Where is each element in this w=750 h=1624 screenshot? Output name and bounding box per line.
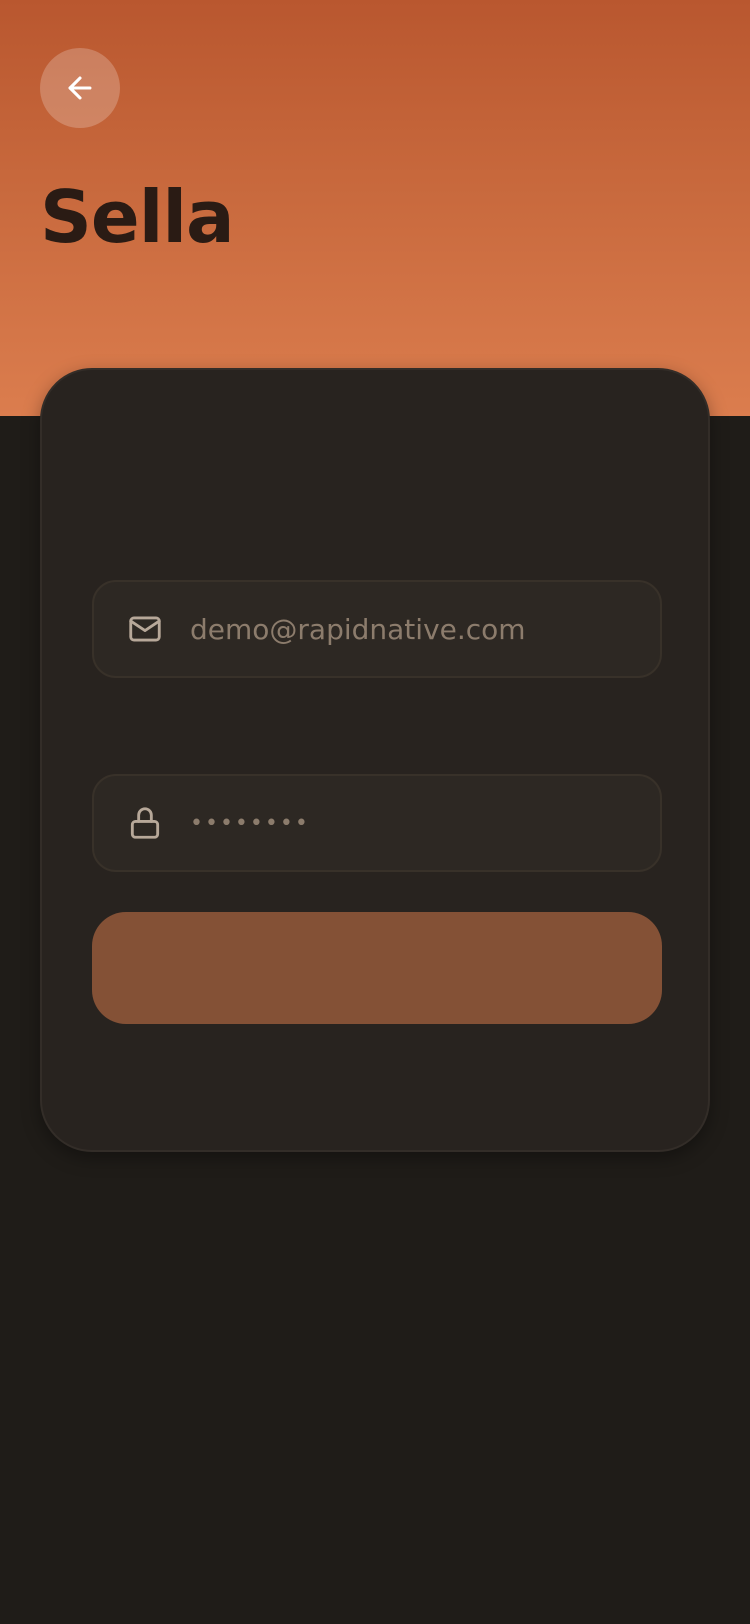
app-title: Sella [40,175,235,259]
password-field[interactable]: •••••••• [92,774,662,872]
email-value[interactable]: demo@rapidnative.com [190,613,526,646]
mail-icon [126,610,164,648]
lock-icon [126,804,164,842]
password-value[interactable]: •••••••• [190,811,310,836]
back-button[interactable] [40,48,120,128]
arrow-left-icon [63,71,97,105]
sign-in-button[interactable] [92,912,662,1024]
login-card: demo@rapidnative.com •••••••• [40,368,710,1152]
email-field[interactable]: demo@rapidnative.com [92,580,662,678]
